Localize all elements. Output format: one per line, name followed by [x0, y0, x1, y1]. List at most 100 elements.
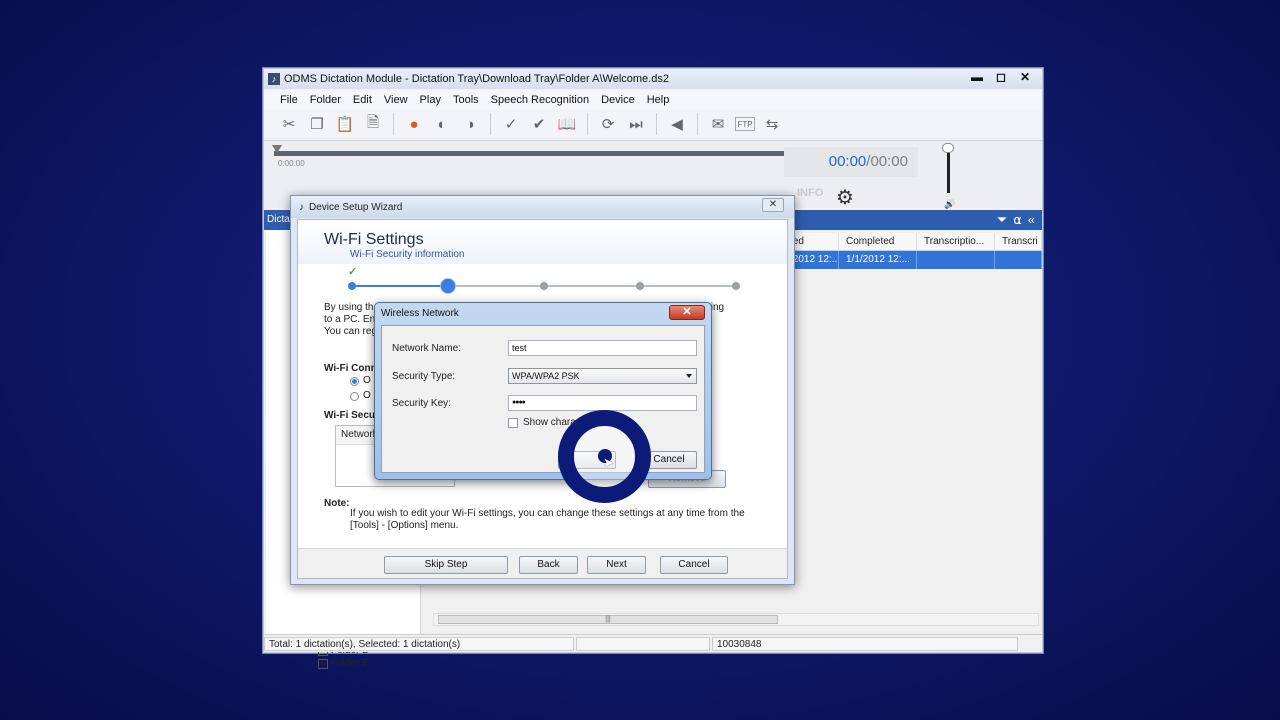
toolbar-divider	[587, 113, 588, 135]
security-type-select[interactable]: WPA/WPA2 PSK	[508, 368, 697, 384]
rewind-icon[interactable]: ◐	[431, 113, 453, 135]
chevron-down-icon	[686, 374, 692, 378]
intro-line: You can regi	[324, 326, 380, 337]
skip-step-button[interactable]: Skip Step	[384, 556, 508, 574]
elapsed-time: 0:00:00	[278, 159, 305, 168]
copy-icon[interactable]: ❐	[306, 113, 328, 135]
intro-line: By using the	[324, 302, 380, 313]
radio-option-on[interactable]: O	[350, 375, 371, 387]
ftp-icon[interactable]: FTP	[735, 117, 755, 131]
toolbar-divider	[393, 113, 394, 135]
menu-edit[interactable]: Edit	[347, 94, 378, 106]
filter-icon[interactable]: ⏷	[997, 212, 1007, 228]
total-time: /00:00	[866, 153, 908, 170]
wizard-title: Device Setup Wizard	[309, 201, 403, 213]
list-item[interactable]: E Folder E	[318, 658, 369, 669]
check-icon: ✓	[348, 266, 358, 278]
menu-speech-recognition[interactable]: Speech Recognition	[485, 94, 595, 106]
minimize-button[interactable]: ▬	[966, 70, 988, 86]
collapse-icon[interactable]: «	[1028, 212, 1035, 228]
security-key-label: Security Key:	[392, 398, 451, 409]
check-double-icon[interactable]: ✔	[528, 113, 550, 135]
page-subtitle: Wi-Fi Security information	[350, 249, 465, 260]
menu-tools[interactable]: Tools	[447, 94, 485, 106]
security-type-value: WPA/WPA2 PSK	[512, 371, 580, 381]
menu-bar: File Folder Edit View Play Tools Speech …	[264, 90, 1042, 110]
network-name-label: Network Name:	[392, 343, 461, 354]
table-cell	[917, 251, 995, 269]
step-dot	[540, 282, 548, 290]
sync-icon[interactable]: ⟳	[597, 113, 619, 135]
back-button[interactable]: Back	[519, 556, 578, 574]
column-header[interactable]: Transcriptio...	[917, 233, 995, 251]
wireless-network-dialog: Wireless Network ✕ Network Name: test Se…	[374, 302, 712, 480]
gear-icon[interactable]: ⚙	[836, 185, 854, 210]
step-dot	[636, 282, 644, 290]
mail-icon[interactable]: ✉	[707, 113, 729, 135]
window-title: ODMS Dictation Module - Dictation Tray\D…	[284, 73, 669, 85]
toolbar-divider	[490, 113, 491, 135]
checkbox[interactable]	[508, 417, 518, 428]
wizard-cancel-button[interactable]: Cancel	[660, 556, 728, 574]
mouse-cursor-icon: ➤	[603, 455, 614, 470]
menu-play[interactable]: Play	[414, 94, 447, 106]
volume-knob[interactable]	[942, 143, 954, 153]
column-header[interactable]: Completed	[839, 233, 917, 251]
radio-button[interactable]	[350, 376, 359, 386]
show-characters-checkbox[interactable]: Show chara	[508, 417, 576, 428]
menu-folder[interactable]: Folder	[304, 94, 347, 106]
radio-label: O	[363, 375, 371, 386]
table-cell: 1/1/2012 12:...	[839, 251, 917, 269]
abc-filter-icon[interactable]: ⍺	[1013, 212, 1022, 228]
step-progress-track	[448, 285, 736, 287]
document-icon[interactable]: 🗎	[362, 113, 384, 135]
position-knob[interactable]	[272, 145, 282, 153]
network-name-field[interactable]: test	[508, 340, 697, 356]
page-title: Wi-Fi Settings	[324, 231, 424, 248]
current-time: 00:00	[828, 153, 867, 170]
play-next-icon[interactable]: ⏭	[625, 113, 647, 135]
book-icon[interactable]: 📖	[556, 113, 578, 135]
close-button[interactable]: ✕	[1014, 70, 1036, 86]
menu-view[interactable]: View	[378, 94, 414, 106]
step-progress-done	[352, 285, 448, 287]
menu-help[interactable]: Help	[641, 94, 676, 106]
radio-label: O	[363, 390, 371, 401]
grid-header: ted Completed Transcriptio... Transcri	[783, 233, 1042, 251]
maximize-button[interactable]: ◻	[990, 70, 1012, 86]
table-row[interactable]: /2012 12:... 1/1/2012 12:...	[783, 251, 1042, 269]
position-slider[interactable]	[274, 151, 786, 156]
radio-button[interactable]	[350, 391, 359, 401]
record-icon[interactable]: ●	[403, 113, 425, 135]
paste-icon[interactable]: 📋	[334, 113, 356, 135]
send-icon[interactable]: ⇆	[761, 113, 783, 135]
wizard-footer: Skip Step Back Next Cancel	[298, 548, 787, 578]
toolbar: ✂ ❐ 📋 🗎 ● ◐ ◑ ✓ ✔ 📖 ⟳ ⏭ ◀ ✉ FTP ⇆	[264, 110, 1042, 138]
filter-icons: ⏷ ⍺ «	[997, 212, 1035, 228]
panel-label: Dicta	[267, 214, 290, 225]
security-key-field[interactable]: ●●●●	[508, 395, 697, 411]
toolbar-divider	[656, 113, 657, 135]
table-cell	[995, 251, 1042, 269]
wizard-title-bar: ♪ Device Setup Wizard	[291, 196, 794, 218]
speaker-icon[interactable]: ◀	[666, 113, 688, 135]
column-header[interactable]: Transcri	[995, 233, 1042, 251]
menu-file[interactable]: File	[274, 94, 304, 106]
wizard-close-button[interactable]: ✕	[762, 198, 784, 212]
info-icon[interactable]: INFO	[797, 187, 823, 199]
status-code: 10030848	[712, 636, 1018, 651]
check-icon[interactable]: ✓	[500, 113, 522, 135]
scrollbar-thumb[interactable]: |||	[438, 615, 778, 624]
forward-icon[interactable]: ◑	[459, 113, 481, 135]
note-label: Note:	[324, 498, 350, 509]
title-bar: ♪ ODMS Dictation Module - Dictation Tray…	[264, 69, 1042, 89]
menu-device[interactable]: Device	[595, 94, 641, 106]
radio-option-off[interactable]: O	[350, 390, 371, 402]
app-icon: ♪	[268, 73, 280, 85]
dialog-title: Wireless Network	[381, 308, 459, 319]
next-button[interactable]: Next	[587, 556, 646, 574]
folder-icon: E	[318, 658, 328, 669]
horizontal-scrollbar[interactable]: |||	[433, 613, 1039, 626]
cut-icon[interactable]: ✂	[278, 113, 300, 135]
dialog-close-button[interactable]: ✕	[669, 305, 705, 320]
